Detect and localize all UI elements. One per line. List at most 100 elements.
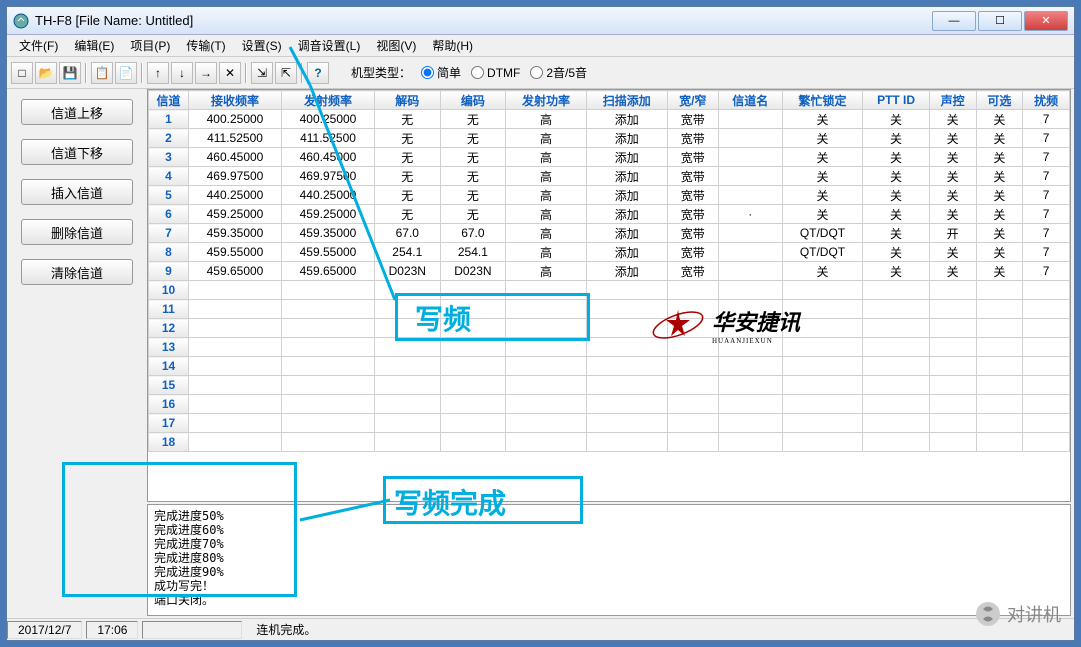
table-cell[interactable] xyxy=(586,433,667,452)
table-cell[interactable] xyxy=(1023,338,1070,357)
table-cell[interactable] xyxy=(863,357,930,376)
table-cell[interactable] xyxy=(718,395,782,414)
table-cell[interactable]: 关 xyxy=(929,148,976,167)
table-cell[interactable] xyxy=(718,148,782,167)
table-cell[interactable] xyxy=(718,281,782,300)
minimize-button[interactable]: — xyxy=(932,11,976,31)
table-cell[interactable] xyxy=(863,338,930,357)
open-icon[interactable]: 📂 xyxy=(35,62,57,84)
table-row[interactable]: 16 xyxy=(149,395,1070,414)
close-button[interactable]: ✕ xyxy=(1024,11,1068,31)
table-cell[interactable] xyxy=(718,376,782,395)
table-cell[interactable] xyxy=(282,338,375,357)
table-cell[interactable] xyxy=(506,395,587,414)
table-cell[interactable]: 10 xyxy=(149,281,189,300)
table-cell[interactable] xyxy=(282,376,375,395)
column-header[interactable]: 可选 xyxy=(976,91,1023,110)
table-cell[interactable]: 宽带 xyxy=(667,243,718,262)
table-cell[interactable] xyxy=(863,319,930,338)
column-header[interactable]: 接收频率 xyxy=(189,91,282,110)
table-cell[interactable] xyxy=(863,433,930,452)
table-cell[interactable] xyxy=(718,110,782,129)
table-cell[interactable]: 关 xyxy=(929,110,976,129)
table-cell[interactable] xyxy=(863,395,930,414)
table-row[interactable]: 9459.65000459.65000D023ND023N高添加宽带关关关关7 xyxy=(149,262,1070,281)
table-cell[interactable]: 宽带 xyxy=(667,167,718,186)
table-cell[interactable]: 宽带 xyxy=(667,186,718,205)
table-cell[interactable]: 添加 xyxy=(586,205,667,224)
table-cell[interactable]: 14 xyxy=(149,357,189,376)
table-cell[interactable] xyxy=(189,414,282,433)
table-cell[interactable]: 无 xyxy=(375,110,441,129)
table-cell[interactable]: 无 xyxy=(440,148,506,167)
table-cell[interactable]: 无 xyxy=(440,110,506,129)
table-cell[interactable] xyxy=(929,433,976,452)
table-row[interactable]: 2411.52500411.52500无无高添加宽带关关关关7 xyxy=(149,129,1070,148)
table-row[interactable]: 13 xyxy=(149,338,1070,357)
table-cell[interactable]: 无 xyxy=(440,186,506,205)
table-cell[interactable]: 高 xyxy=(506,186,587,205)
table-cell[interactable] xyxy=(586,357,667,376)
table-cell[interactable]: 关 xyxy=(782,129,863,148)
table-cell[interactable] xyxy=(782,357,863,376)
table-cell[interactable]: 17 xyxy=(149,414,189,433)
delete-icon[interactable]: ✕ xyxy=(219,62,241,84)
table-cell[interactable] xyxy=(282,395,375,414)
table-cell[interactable]: 7 xyxy=(1023,205,1070,224)
column-header[interactable]: 扫描添加 xyxy=(586,91,667,110)
table-cell[interactable] xyxy=(586,414,667,433)
table-cell[interactable] xyxy=(375,319,441,338)
table-cell[interactable]: 添加 xyxy=(586,129,667,148)
table-cell[interactable]: 459.25000 xyxy=(282,205,375,224)
table-cell[interactable] xyxy=(976,376,1023,395)
table-cell[interactable]: 宽带 xyxy=(667,205,718,224)
table-cell[interactable]: 关 xyxy=(929,129,976,148)
table-cell[interactable]: 关 xyxy=(929,243,976,262)
table-cell[interactable] xyxy=(282,433,375,452)
table-cell[interactable] xyxy=(189,338,282,357)
table-cell[interactable] xyxy=(667,395,718,414)
table-row[interactable]: 10 xyxy=(149,281,1070,300)
table-cell[interactable]: 67.0 xyxy=(440,224,506,243)
clear-channel-button[interactable]: 清除信道 xyxy=(21,259,133,285)
table-cell[interactable]: 添加 xyxy=(586,262,667,281)
copy-icon[interactable]: 📋 xyxy=(91,62,113,84)
down-arrow-icon[interactable]: ↓ xyxy=(171,62,193,84)
table-cell[interactable] xyxy=(189,433,282,452)
table-cell[interactable] xyxy=(976,281,1023,300)
table-cell[interactable] xyxy=(586,395,667,414)
table-cell[interactable]: 宽带 xyxy=(667,148,718,167)
table-cell[interactable] xyxy=(667,376,718,395)
table-cell[interactable] xyxy=(929,300,976,319)
table-cell[interactable]: 宽带 xyxy=(667,224,718,243)
radio-simple[interactable]: 简单 xyxy=(421,64,461,81)
column-header[interactable]: 声控 xyxy=(929,91,976,110)
table-cell[interactable]: 关 xyxy=(782,262,863,281)
table-cell[interactable] xyxy=(718,262,782,281)
table-cell[interactable]: 关 xyxy=(863,186,930,205)
table-cell[interactable]: 无 xyxy=(375,148,441,167)
table-cell[interactable]: 关 xyxy=(863,262,930,281)
table-cell[interactable]: 7 xyxy=(1023,186,1070,205)
table-cell[interactable] xyxy=(718,186,782,205)
table-cell[interactable] xyxy=(282,281,375,300)
table-cell[interactable] xyxy=(863,414,930,433)
table-cell[interactable] xyxy=(929,357,976,376)
table-cell[interactable]: 9 xyxy=(149,262,189,281)
table-cell[interactable] xyxy=(440,338,506,357)
table-cell[interactable]: D023N xyxy=(440,262,506,281)
table-cell[interactable] xyxy=(506,281,587,300)
table-cell[interactable]: 15 xyxy=(149,376,189,395)
table-row[interactable]: 14 xyxy=(149,357,1070,376)
table-cell[interactable] xyxy=(375,338,441,357)
table-cell[interactable]: 关 xyxy=(976,262,1023,281)
table-cell[interactable]: 无 xyxy=(440,129,506,148)
table-cell[interactable]: 关 xyxy=(976,205,1023,224)
table-cell[interactable]: 添加 xyxy=(586,110,667,129)
table-row[interactable]: 7459.35000459.3500067.067.0高添加宽带QT/DQT关开… xyxy=(149,224,1070,243)
table-cell[interactable]: 254.1 xyxy=(375,243,441,262)
table-cell[interactable] xyxy=(718,129,782,148)
table-cell[interactable] xyxy=(929,376,976,395)
column-header[interactable]: 发射频率 xyxy=(282,91,375,110)
menu-settings[interactable]: 设置(S) xyxy=(234,35,290,56)
